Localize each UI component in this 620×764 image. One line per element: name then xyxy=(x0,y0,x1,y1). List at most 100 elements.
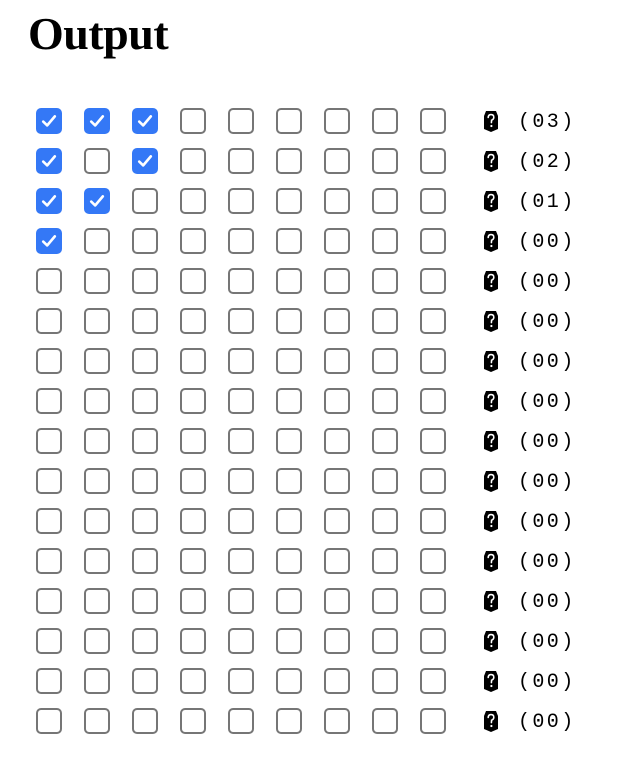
checkbox[interactable] xyxy=(84,108,110,134)
checkbox[interactable] xyxy=(132,188,158,214)
checkbox[interactable] xyxy=(276,668,302,694)
checkbox[interactable] xyxy=(276,228,302,254)
checkbox[interactable] xyxy=(228,428,254,454)
checkbox[interactable] xyxy=(372,548,398,574)
checkbox[interactable] xyxy=(324,548,350,574)
checkbox[interactable] xyxy=(276,468,302,494)
checkbox[interactable] xyxy=(180,228,206,254)
checkbox[interactable] xyxy=(36,708,62,734)
checkbox[interactable] xyxy=(132,108,158,134)
checkbox[interactable] xyxy=(372,468,398,494)
checkbox[interactable] xyxy=(228,668,254,694)
checkbox[interactable] xyxy=(228,548,254,574)
checkbox[interactable] xyxy=(132,268,158,294)
checkbox[interactable] xyxy=(276,628,302,654)
checkbox[interactable] xyxy=(276,348,302,374)
checkbox[interactable] xyxy=(84,388,110,414)
checkbox[interactable] xyxy=(228,508,254,534)
checkbox[interactable] xyxy=(84,228,110,254)
checkbox[interactable] xyxy=(276,308,302,334)
checkbox[interactable] xyxy=(372,508,398,534)
checkbox[interactable] xyxy=(132,588,158,614)
checkbox[interactable] xyxy=(84,268,110,294)
checkbox[interactable] xyxy=(228,628,254,654)
checkbox[interactable] xyxy=(324,708,350,734)
checkbox[interactable] xyxy=(180,428,206,454)
checkbox[interactable] xyxy=(36,588,62,614)
checkbox[interactable] xyxy=(420,308,446,334)
checkbox[interactable] xyxy=(36,148,62,174)
checkbox[interactable] xyxy=(228,468,254,494)
checkbox[interactable] xyxy=(228,708,254,734)
checkbox[interactable] xyxy=(372,108,398,134)
checkbox[interactable] xyxy=(84,508,110,534)
checkbox[interactable] xyxy=(420,548,446,574)
checkbox[interactable] xyxy=(324,148,350,174)
checkbox[interactable] xyxy=(372,348,398,374)
checkbox[interactable] xyxy=(420,108,446,134)
checkbox[interactable] xyxy=(228,348,254,374)
checkbox[interactable] xyxy=(84,628,110,654)
checkbox[interactable] xyxy=(420,388,446,414)
checkbox[interactable] xyxy=(180,588,206,614)
checkbox[interactable] xyxy=(84,308,110,334)
checkbox[interactable] xyxy=(324,348,350,374)
checkbox[interactable] xyxy=(372,308,398,334)
checkbox[interactable] xyxy=(180,628,206,654)
checkbox[interactable] xyxy=(372,268,398,294)
checkbox[interactable] xyxy=(372,708,398,734)
checkbox[interactable] xyxy=(420,628,446,654)
checkbox[interactable] xyxy=(84,468,110,494)
checkbox[interactable] xyxy=(132,668,158,694)
checkbox[interactable] xyxy=(276,588,302,614)
checkbox[interactable] xyxy=(324,428,350,454)
checkbox[interactable] xyxy=(372,228,398,254)
checkbox[interactable] xyxy=(36,188,62,214)
checkbox[interactable] xyxy=(324,468,350,494)
checkbox[interactable] xyxy=(276,108,302,134)
checkbox[interactable] xyxy=(324,628,350,654)
checkbox[interactable] xyxy=(420,668,446,694)
checkbox[interactable] xyxy=(36,268,62,294)
checkbox[interactable] xyxy=(324,308,350,334)
checkbox[interactable] xyxy=(132,708,158,734)
checkbox[interactable] xyxy=(132,308,158,334)
checkbox[interactable] xyxy=(84,548,110,574)
checkbox[interactable] xyxy=(276,548,302,574)
checkbox[interactable] xyxy=(372,428,398,454)
checkbox[interactable] xyxy=(228,148,254,174)
checkbox[interactable] xyxy=(180,308,206,334)
checkbox[interactable] xyxy=(420,508,446,534)
checkbox[interactable] xyxy=(84,588,110,614)
checkbox[interactable] xyxy=(36,668,62,694)
checkbox[interactable] xyxy=(420,188,446,214)
checkbox[interactable] xyxy=(36,548,62,574)
checkbox[interactable] xyxy=(324,108,350,134)
checkbox[interactable] xyxy=(132,428,158,454)
checkbox[interactable] xyxy=(420,348,446,374)
checkbox[interactable] xyxy=(420,428,446,454)
checkbox[interactable] xyxy=(420,708,446,734)
checkbox[interactable] xyxy=(132,348,158,374)
checkbox[interactable] xyxy=(180,268,206,294)
checkbox[interactable] xyxy=(180,108,206,134)
checkbox[interactable] xyxy=(132,548,158,574)
checkbox[interactable] xyxy=(84,188,110,214)
checkbox[interactable] xyxy=(276,148,302,174)
checkbox[interactable] xyxy=(36,628,62,654)
checkbox[interactable] xyxy=(36,308,62,334)
checkbox[interactable] xyxy=(276,268,302,294)
checkbox[interactable] xyxy=(372,668,398,694)
checkbox[interactable] xyxy=(180,188,206,214)
checkbox[interactable] xyxy=(180,468,206,494)
checkbox[interactable] xyxy=(276,188,302,214)
checkbox[interactable] xyxy=(420,588,446,614)
checkbox[interactable] xyxy=(84,148,110,174)
checkbox[interactable] xyxy=(228,388,254,414)
checkbox[interactable] xyxy=(276,428,302,454)
checkbox[interactable] xyxy=(84,428,110,454)
checkbox[interactable] xyxy=(276,388,302,414)
checkbox[interactable] xyxy=(36,508,62,534)
checkbox[interactable] xyxy=(372,148,398,174)
checkbox[interactable] xyxy=(132,468,158,494)
